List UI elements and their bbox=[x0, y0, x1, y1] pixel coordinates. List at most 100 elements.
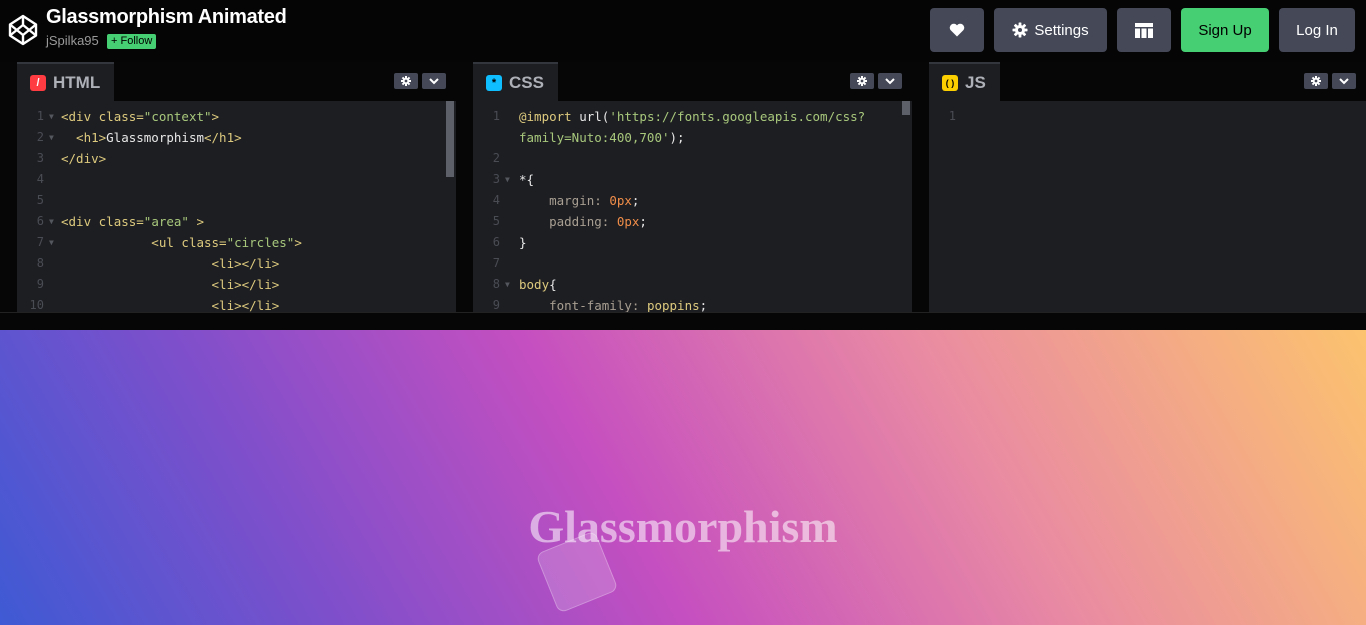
settings-label: Settings bbox=[1034, 21, 1089, 39]
html-editor[interactable]: / HTML 1 ▼ <div class="context"> 2 ▼ <h1>Gla… bbox=[17, 62, 456, 312]
editor-expand-button[interactable] bbox=[422, 73, 446, 89]
code-line[interactable]: 1 @import url('https://fonts.googleapis.c… bbox=[473, 106, 912, 127]
code-token: ; bbox=[639, 214, 647, 229]
code-area[interactable]: 1 bbox=[929, 106, 1366, 127]
fold-arrow-icon[interactable]: ▼ bbox=[49, 211, 54, 232]
fold-arrow-icon[interactable]: ▼ bbox=[49, 106, 54, 127]
code-line[interactable]: 5 bbox=[17, 190, 456, 211]
code-line[interactable]: 1 bbox=[929, 106, 1366, 127]
line-number: 6 bbox=[492, 235, 500, 249]
chevron-down-icon bbox=[1339, 78, 1349, 85]
code-area[interactable]: 1 ▼ <div class="context"> 2 ▼ <h1>Glassmorph… bbox=[17, 106, 456, 312]
code-line[interactable]: 3 </div> bbox=[17, 148, 456, 169]
line-number: 10 bbox=[29, 298, 44, 312]
code-line[interactable]: 2 bbox=[473, 148, 912, 169]
code-token: <ul bbox=[61, 235, 182, 250]
line-number: 7 bbox=[36, 235, 44, 249]
preview-heading: Glassmorphism bbox=[528, 501, 838, 552]
code-token: <h1> bbox=[61, 130, 107, 145]
code-line[interactable]: 7 ▼ <ul class="circles"> bbox=[17, 232, 456, 253]
css-editor[interactable]: * CSS 1 @import url('https://fonts.google… bbox=[473, 62, 912, 312]
fold-arrow-icon[interactable]: ▼ bbox=[49, 127, 54, 148]
editor-settings-button[interactable] bbox=[1304, 73, 1328, 89]
header: Glassmorphism Animated jSpilka95 + Follo… bbox=[0, 0, 1366, 62]
code-token: </div> bbox=[61, 151, 107, 166]
heart-button[interactable] bbox=[930, 8, 984, 52]
code-line[interactable]: family=Nuto:400,700'); bbox=[473, 127, 912, 148]
code-line[interactable]: 10 <li></li> bbox=[17, 295, 456, 312]
line-number: 1 bbox=[948, 109, 956, 123]
tab-css[interactable]: * CSS bbox=[473, 62, 558, 101]
editor-settings-button[interactable] bbox=[394, 73, 418, 89]
line-number: 4 bbox=[492, 193, 500, 207]
line-number: 5 bbox=[36, 193, 44, 207]
codepen-logo-icon[interactable] bbox=[8, 14, 38, 46]
code-line[interactable]: 6} bbox=[473, 232, 912, 253]
code-line[interactable]: 5 padding: 0px; bbox=[473, 211, 912, 232]
code-text: <li></li> bbox=[61, 295, 280, 312]
editor-resize-handle[interactable] bbox=[0, 312, 1366, 330]
fold-arrow-icon[interactable]: ▼ bbox=[505, 169, 510, 190]
result-preview[interactable]: Glassmorphism bbox=[0, 330, 1366, 625]
author-link[interactable]: jSpilka95 bbox=[46, 33, 99, 48]
code-token: "area" bbox=[143, 214, 189, 229]
code-token: margin: bbox=[519, 193, 610, 208]
code-token: <li></li> bbox=[61, 298, 280, 312]
scrollbar[interactable] bbox=[902, 101, 910, 115]
code-text: family=Nuto:400,700'); bbox=[519, 127, 685, 148]
tab-js[interactable]: ( ) JS bbox=[929, 62, 1000, 101]
code-line[interactable]: 7 bbox=[473, 253, 912, 274]
gear-icon bbox=[1311, 76, 1321, 86]
code-area[interactable]: 1 @import url('https://fonts.googleapis.c… bbox=[473, 106, 912, 312]
code-token: <li></li> bbox=[61, 256, 280, 271]
line-number: 9 bbox=[36, 277, 44, 291]
css-badge-icon: * bbox=[486, 74, 502, 91]
code-line[interactable]: 9 font-family: poppins; bbox=[473, 295, 912, 312]
line-number: 1 bbox=[492, 109, 500, 123]
editor-settings-button[interactable] bbox=[850, 73, 874, 89]
code-token: poppins bbox=[646, 298, 700, 312]
follow-button[interactable]: + Follow bbox=[107, 34, 157, 49]
editor-actions bbox=[394, 73, 446, 89]
code-token: url( bbox=[579, 109, 610, 124]
code-token: { bbox=[549, 277, 557, 292]
code-token: <div bbox=[61, 214, 99, 229]
code-token: 0px bbox=[616, 214, 640, 229]
code-token: <li></li> bbox=[61, 277, 280, 292]
code-line[interactable]: 3 ▼ *{ bbox=[473, 169, 912, 190]
editor-expand-button[interactable] bbox=[878, 73, 902, 89]
tab-html[interactable]: / HTML bbox=[17, 62, 115, 101]
code-line[interactable]: 8 <li></li> bbox=[17, 253, 456, 274]
code-line[interactable]: 4 margin: 0px; bbox=[473, 190, 912, 211]
sign-up-button[interactable]: Sign Up bbox=[1181, 8, 1269, 52]
js-editor[interactable]: ( ) JS 1 bbox=[929, 62, 1366, 312]
settings-button[interactable]: Settings bbox=[994, 8, 1107, 52]
code-line[interactable]: 9 <li></li> bbox=[17, 274, 456, 295]
code-token: ); bbox=[669, 130, 685, 145]
scrollbar[interactable] bbox=[446, 101, 454, 177]
code-token: ; bbox=[631, 193, 640, 208]
change-view-button[interactable] bbox=[1117, 8, 1171, 52]
code-text: <div class="context"> bbox=[61, 106, 219, 127]
code-token: *{ bbox=[519, 172, 535, 187]
code-text: @import url('https://fonts.googleapis.co… bbox=[519, 106, 865, 127]
editor-expand-button[interactable] bbox=[1332, 73, 1356, 89]
code-line[interactable]: 4 bbox=[17, 169, 456, 190]
code-text: <h1>Glassmorphism</h1> bbox=[61, 127, 242, 148]
fold-arrow-icon[interactable]: ▼ bbox=[49, 232, 54, 253]
code-token: class= bbox=[98, 214, 144, 229]
log-in-button[interactable]: Log In bbox=[1279, 8, 1355, 52]
gear-icon bbox=[1012, 22, 1028, 38]
code-line[interactable]: 6 ▼ <div class="area" > bbox=[17, 211, 456, 232]
line-number: 4 bbox=[36, 172, 44, 186]
code-line[interactable]: 8 ▼ body{ bbox=[473, 274, 912, 295]
code-line[interactable]: 2 ▼ <h1>Glassmorphism</h1> bbox=[17, 127, 456, 148]
pen-title[interactable]: Glassmorphism Animated bbox=[46, 6, 287, 29]
code-token: } bbox=[519, 235, 527, 250]
code-token: <div bbox=[61, 109, 99, 124]
fold-arrow-icon[interactable]: ▼ bbox=[505, 274, 510, 295]
code-token: "context" bbox=[143, 109, 212, 124]
code-token: > bbox=[211, 109, 220, 124]
code-line[interactable]: 1 ▼ <div class="context"> bbox=[17, 106, 456, 127]
code-text: <div class="area" > bbox=[61, 211, 204, 232]
